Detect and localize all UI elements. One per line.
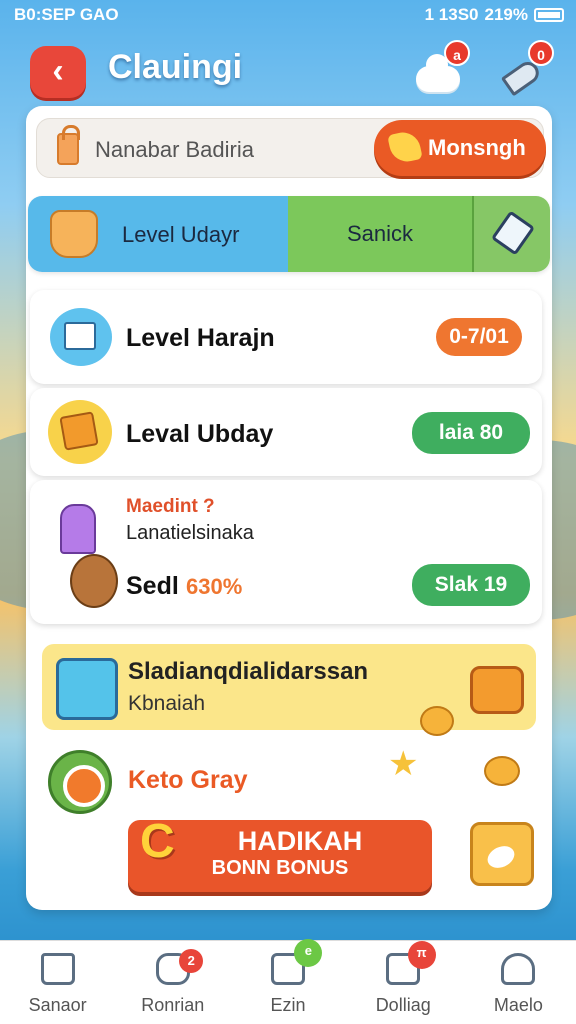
nav-badge: 2 xyxy=(179,949,204,973)
battery-icon xyxy=(534,8,564,22)
treasure-chest-icon xyxy=(470,666,524,714)
status-bar: B0:SEP GAO 1 13S0 219% xyxy=(0,0,576,30)
claim-button[interactable]: Slak 19 xyxy=(412,564,530,606)
bonus-letter: C xyxy=(140,815,175,868)
cloud-badge: a xyxy=(444,40,470,66)
home-icon xyxy=(40,953,75,985)
reward-logo-icon xyxy=(48,750,112,814)
status-battery-percent: 219% xyxy=(484,5,528,24)
document-icon xyxy=(50,308,112,366)
level-button[interactable]: laia 80 xyxy=(412,412,530,454)
chevron-left-icon: ‹ xyxy=(52,52,64,90)
search-button-label: Monsngh xyxy=(428,135,526,160)
tool-icon xyxy=(490,210,536,256)
status-time: B0:SEP GAO xyxy=(14,5,119,24)
list-item[interactable]: Maedint ? Lanatielsinaka Sedl 630% Slak … xyxy=(30,480,542,624)
cloud-icon xyxy=(416,54,460,92)
nav-item-profile[interactable]: Maelo xyxy=(461,941,576,1024)
monkey-icon xyxy=(70,554,118,608)
daily-reward-section: Keto Gray C HADIKAH BONN BONUS xyxy=(46,748,536,898)
page-title: Clauingi xyxy=(108,48,243,86)
tab-sanick-label: Sanick xyxy=(346,221,414,246)
nav-item-camera[interactable]: e Ezin xyxy=(230,939,345,1024)
rocket-badge: 0 xyxy=(528,40,554,66)
gift-box-button[interactable] xyxy=(470,822,534,886)
search-input[interactable]: Nanabar Badiria xyxy=(95,137,254,163)
list-item-title: Leval Ubday xyxy=(126,420,274,448)
tab-sanick[interactable]: Sanick xyxy=(288,196,472,272)
list-item-title: Level Harajn xyxy=(126,324,275,352)
nav-label: Sanaor xyxy=(28,995,87,1015)
nav-label: Ronrian xyxy=(141,995,205,1015)
promo-subtitle: Kbnaiah xyxy=(128,692,206,715)
bucket-icon xyxy=(56,658,118,720)
tab-bar: Level Udayr Sanick xyxy=(28,196,550,272)
bonus-button[interactable]: C HADIKAH BONN BONUS xyxy=(128,815,432,892)
highlight-text: Maedint ? xyxy=(126,496,215,517)
cheese-icon xyxy=(387,129,423,165)
lock-icon xyxy=(57,125,80,165)
nav-label: Maelo xyxy=(493,995,543,1015)
nav-item-map[interactable]: π Dolliag xyxy=(346,941,461,1024)
cloud-notification-button[interactable]: a xyxy=(414,40,470,94)
nav-item-home[interactable]: Sanaor xyxy=(0,941,115,1024)
app-header: ‹ Clauingi a 0 xyxy=(0,38,576,100)
status-signal: 1 13S0 xyxy=(424,5,479,24)
back-button[interactable]: ‹ xyxy=(30,46,86,98)
promo-title: Sladianqdialidarssan xyxy=(128,658,369,685)
basket-icon xyxy=(50,210,98,258)
nav-badge: e xyxy=(294,939,323,967)
nav-label: Dolliag xyxy=(375,995,431,1015)
bottom-nav: Sanaor 2 Ronrian e Ezin π Dolliag Maelo xyxy=(0,939,576,1024)
nav-item-chat[interactable]: 2 Ronrian xyxy=(115,941,230,1024)
percent-text: 630% xyxy=(186,574,243,599)
search-button[interactable]: Monsngh xyxy=(374,120,546,176)
list-item[interactable]: Level Harajn 0‑7/01 xyxy=(30,290,542,384)
tab-level-label: Level Udayr xyxy=(122,222,240,247)
list-item-title: Sedl xyxy=(126,572,179,600)
tab-level[interactable]: Level Udayr xyxy=(28,196,288,272)
rocket-button[interactable]: 0 xyxy=(500,40,554,97)
bell-icon xyxy=(420,706,454,736)
nav-label: Ezin xyxy=(270,995,306,1015)
subtitle-text: Lanatielsinaka xyxy=(126,522,254,544)
list-item[interactable]: Leval Ubday laia 80 xyxy=(30,388,542,476)
crate-icon xyxy=(48,400,112,464)
promo-banner[interactable]: Sladianqdialidarssan Kbnaiah xyxy=(42,644,536,730)
tab-tools[interactable] xyxy=(472,196,550,272)
profile-icon xyxy=(501,953,536,985)
nav-badge: π xyxy=(407,941,436,969)
progress-badge[interactable]: 0‑7/01 xyxy=(436,318,522,356)
daily-label: Keto Gray xyxy=(128,766,248,794)
cup-icon xyxy=(60,504,96,554)
